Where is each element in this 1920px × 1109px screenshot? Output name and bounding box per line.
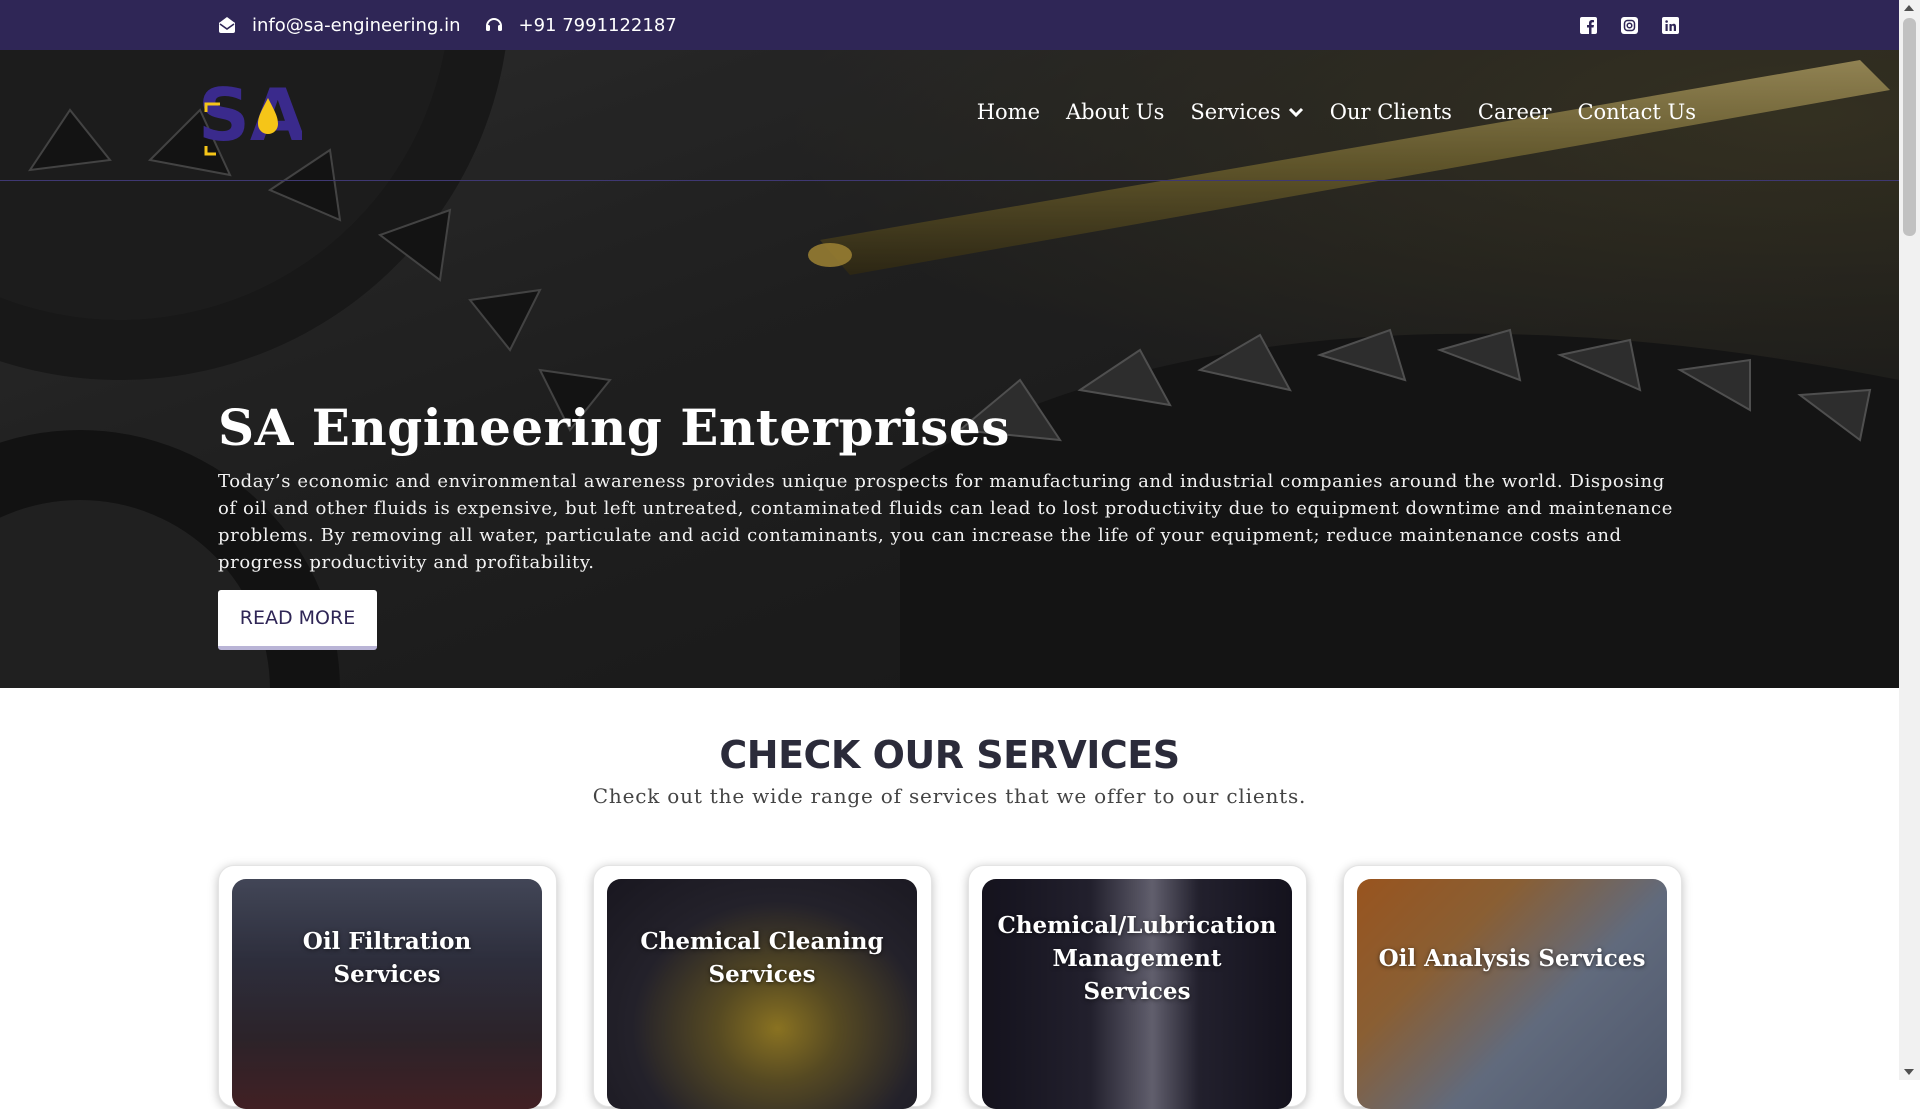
service-card-label: Chemical/Lubrication Management Services <box>997 911 1277 1005</box>
nav-services[interactable]: Services <box>1190 100 1303 124</box>
chemical-cleaning-image: Chemical Cleaning Services <box>607 879 917 1109</box>
services-heading: CHECK OUR SERVICES <box>719 733 1180 777</box>
contact-info: info@sa-engineering.in +91 7991122187 <box>218 0 701 50</box>
service-card-chemical-lubrication[interactable]: Chemical/Lubrication Management Services <box>968 865 1307 1109</box>
facebook-icon[interactable] <box>1580 16 1597 34</box>
service-card-oil-filtration[interactable]: Oil Filtration Services <box>218 865 557 1109</box>
hero-description: Today’s economic and environmental aware… <box>218 471 1673 573</box>
top-contact-bar: info@sa-engineering.in +91 7991122187 <box>0 0 1899 50</box>
headset-icon <box>485 18 502 31</box>
chevron-down-icon <box>1288 107 1303 118</box>
linkedin-icon[interactable] <box>1662 16 1679 34</box>
company-logo[interactable]: SA <box>198 72 306 160</box>
email-text: info@sa-engineering.in <box>252 14 461 36</box>
service-card-label: Oil Analysis Services <box>1378 944 1646 972</box>
hero-title: SA Engineering Enterprises <box>218 398 1010 457</box>
main-navigation-bar: SA Home About Us Services Our Clients Ca… <box>0 50 1899 181</box>
instagram-icon[interactable] <box>1621 16 1638 34</box>
nav-contact-label: Contact Us <box>1577 100 1696 124</box>
nav-our-clients[interactable]: Our Clients <box>1330 100 1452 124</box>
nav-contact-us[interactable]: Contact Us <box>1577 100 1696 124</box>
email-link[interactable]: info@sa-engineering.in <box>218 15 461 36</box>
lubrication-image: Chemical/Lubrication Management Services <box>982 879 1292 1109</box>
nav-services-label: Services <box>1190 100 1281 124</box>
nav-clients-label: Our Clients <box>1329 100 1452 124</box>
envelope-open-icon <box>219 17 235 33</box>
hero-banner: SA Home About Us Services Our Clients Ca… <box>0 50 1899 688</box>
nav-about-us[interactable]: About Us <box>1066 100 1164 124</box>
page-scrollbar[interactable] <box>1899 0 1920 1080</box>
nav-about-label: About Us <box>1066 100 1165 124</box>
logo-text: SA <box>198 73 302 156</box>
oil-filtration-image: Oil Filtration Services <box>232 879 542 1109</box>
service-card-oil-analysis[interactable]: Oil Analysis Services <box>1343 865 1682 1109</box>
service-card-label: Oil Filtration Services <box>302 928 472 988</box>
service-card-label: Chemical Cleaning Services <box>640 928 884 988</box>
nav-career-label: Career <box>1477 100 1552 124</box>
phone-text: +91 7991122187 <box>518 14 677 36</box>
oil-analysis-image: Oil Analysis Services <box>1357 879 1667 1109</box>
nav-home[interactable]: Home <box>977 100 1040 124</box>
service-card-chemical-cleaning[interactable]: Chemical Cleaning Services <box>593 865 932 1109</box>
phone-link[interactable]: +91 7991122187 <box>485 15 677 36</box>
read-more-button[interactable]: READ MORE <box>218 590 377 650</box>
nav-career[interactable]: Career <box>1478 100 1552 124</box>
social-links <box>1580 0 1703 50</box>
main-nav: Home About Us Services Our Clients Caree… <box>951 100 1696 124</box>
services-subtitle: Check out the wide range of services tha… <box>592 784 1307 808</box>
nav-home-label: Home <box>976 100 1041 124</box>
scroll-down-icon[interactable] <box>1904 1069 1914 1075</box>
scrollbar-thumb[interactable] <box>1903 18 1916 236</box>
scroll-up-icon[interactable] <box>1904 5 1914 11</box>
